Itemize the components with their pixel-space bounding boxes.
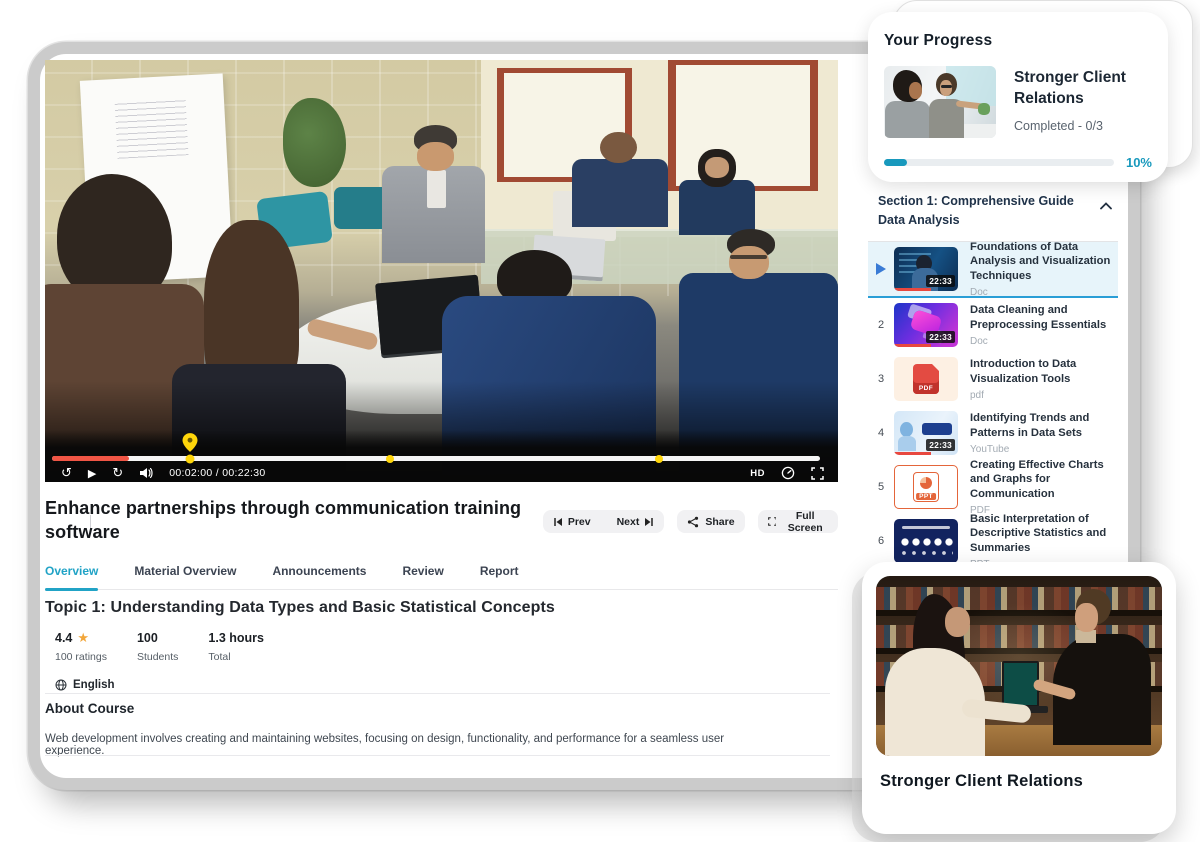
progress-thumbnail-image (884, 66, 996, 138)
page: ↺ ▶ ↻ 00:02:00 / 00:22:30 HD Enhance par… (0, 0, 1200, 842)
duration-badge: 22:33 (926, 439, 955, 451)
tab[interactable]: Announcements (272, 560, 366, 589)
chapter-marker-dot[interactable] (655, 455, 663, 463)
bookmark-pin-dot (186, 454, 195, 463)
skip-next-icon (644, 517, 654, 527)
progress-card: Your Progress Stronger Client Relations … (868, 12, 1168, 182)
progress-bar-fill (884, 159, 907, 166)
lesson-title: Foundations of Data Analysis and Visuali… (970, 240, 1118, 284)
course-card[interactable]: Stronger Client Relations (862, 562, 1176, 834)
fullscreen-corners-icon (768, 516, 777, 527)
now-playing-icon (876, 263, 886, 275)
file-icon: PPT (913, 472, 939, 502)
tab[interactable]: Material Overview (134, 560, 236, 589)
lesson-title: Identifying Trends and Patterns in Data … (970, 411, 1118, 441)
lesson-type: pdf (970, 390, 1118, 401)
topic-heading: Topic 1: Understanding Data Types and Ba… (45, 599, 838, 617)
lesson-thumbnail: PPT (894, 465, 958, 509)
lesson-row[interactable]: 2 22:33 Data Cleaning and Preprocessing … (868, 298, 1118, 352)
lesson-type: YouTube (970, 444, 1118, 455)
lesson-row[interactable]: 1 22:33 Foundations of Data Analysis and… (868, 242, 1118, 298)
hd-quality-button[interactable]: HD (750, 468, 765, 479)
lesson-title: Basic Interpretation of Descriptive Stat… (970, 512, 1118, 556)
lesson-list: 1 22:33 Foundations of Data Analysis and… (868, 242, 1118, 568)
lesson-title: Introduction to Data Visualization Tools (970, 357, 1118, 387)
lesson-thumbnail: 22:33 (894, 303, 958, 347)
seek-bar[interactable] (52, 456, 820, 461)
lesson-row[interactable]: 5 PPT Creating Effective Charts and Grap… (868, 460, 1118, 514)
progress-percent: 10% (1126, 155, 1152, 170)
tab[interactable]: Overview (45, 560, 98, 589)
about-heading: About Course (45, 701, 838, 716)
tab[interactable]: Review (402, 560, 443, 589)
fullscreen-button[interactable]: Full Screen (758, 510, 838, 533)
file-icon: PDF (913, 364, 939, 394)
course-card-title: Stronger Client Relations (880, 772, 1158, 791)
progress-heading: Your Progress (884, 32, 1152, 50)
about-text: Web development involves creating and ma… (45, 733, 745, 757)
lesson-type: Doc (970, 287, 1118, 298)
star-icon: ★ (77, 632, 89, 645)
lesson-number: 4 (878, 427, 884, 439)
playback-speed-icon[interactable] (781, 466, 795, 480)
skip-previous-icon (553, 517, 563, 527)
lesson-thumbnail (894, 519, 958, 563)
language-row: English (45, 679, 838, 691)
playlist-panel: Section 1: Comprehensive Guide Data Anal… (868, 188, 1118, 568)
lesson-type: Doc (970, 336, 1118, 347)
share-button[interactable]: Share (677, 510, 744, 533)
progress-course-title: Stronger Client Relations (1014, 68, 1152, 110)
tab[interactable]: Report (480, 560, 519, 589)
tab-bar: Overview Material Overview Announcements… (45, 560, 838, 590)
player-controls: ↺ ▶ ↻ 00:02:00 / 00:22:30 HD (61, 465, 824, 481)
globe-icon (55, 679, 67, 691)
duration-badge: 22:33 (926, 275, 955, 287)
time-display: 00:02:00 / 00:22:30 (169, 467, 265, 479)
replay-icon[interactable]: ↺ (61, 467, 72, 480)
rating-stat: 4.4★ 100 ratings (55, 631, 107, 663)
section-header[interactable]: Section 1: Comprehensive Guide Data Anal… (868, 188, 1118, 242)
lesson-thumbnail: 22:33 (894, 247, 958, 291)
bookmark-pin-icon[interactable] (183, 433, 198, 452)
completed-count: Completed - 0/3 (1014, 119, 1152, 133)
forward-icon[interactable]: ↻ (112, 467, 123, 480)
play-icon[interactable]: ▶ (88, 468, 96, 479)
chevron-up-icon[interactable] (1100, 202, 1112, 210)
seek-watched-fill (52, 456, 129, 461)
lesson-number: 2 (878, 319, 884, 331)
section-title: Section 1: Comprehensive Guide Data Anal… (878, 192, 1092, 231)
lesson-number: 3 (878, 373, 884, 385)
course-stats: 4.4★ 100 ratings 100 Students 1.3 hours … (45, 631, 838, 663)
duration-badge: 22:33 (926, 331, 955, 343)
prev-next-control: Prev Next (543, 510, 665, 533)
lesson-number: 5 (878, 481, 884, 493)
share-icon (687, 516, 699, 528)
lesson-thumbnail: 22:33 (894, 411, 958, 455)
lesson-row[interactable]: 4 22:33 Identifying Trends and Patterns … (868, 406, 1118, 460)
fullscreen-icon[interactable] (811, 467, 824, 480)
duration-stat: 1.3 hours Total (208, 631, 264, 663)
students-stat: 100 Students (137, 631, 178, 663)
lesson-number: 6 (878, 535, 884, 547)
video-player[interactable]: ↺ ▶ ↻ 00:02:00 / 00:22:30 HD (45, 60, 838, 482)
volume-icon[interactable] (139, 467, 153, 479)
header-actions: Prev Next Share Full Screen (543, 497, 838, 545)
prev-button[interactable]: Prev (543, 510, 601, 533)
course-title: Enhance partnerships through communicati… (45, 497, 543, 545)
progress-bar (884, 159, 1114, 166)
lesson-thumbnail: PDF (894, 357, 958, 401)
lesson-row[interactable]: 6 Basic Interpretation of Descriptive St… (868, 514, 1118, 568)
lesson-title: Data Cleaning and Preprocessing Essentia… (970, 303, 1118, 333)
course-image (876, 576, 1162, 756)
chapter-marker-dot[interactable] (386, 455, 394, 463)
lesson-row[interactable]: 3 PDF Introduction to Data Visualization… (868, 352, 1118, 406)
lesson-title: Creating Effective Charts and Graphs for… (970, 458, 1118, 502)
video-still-image (45, 60, 838, 482)
next-button[interactable]: Next (607, 510, 665, 533)
